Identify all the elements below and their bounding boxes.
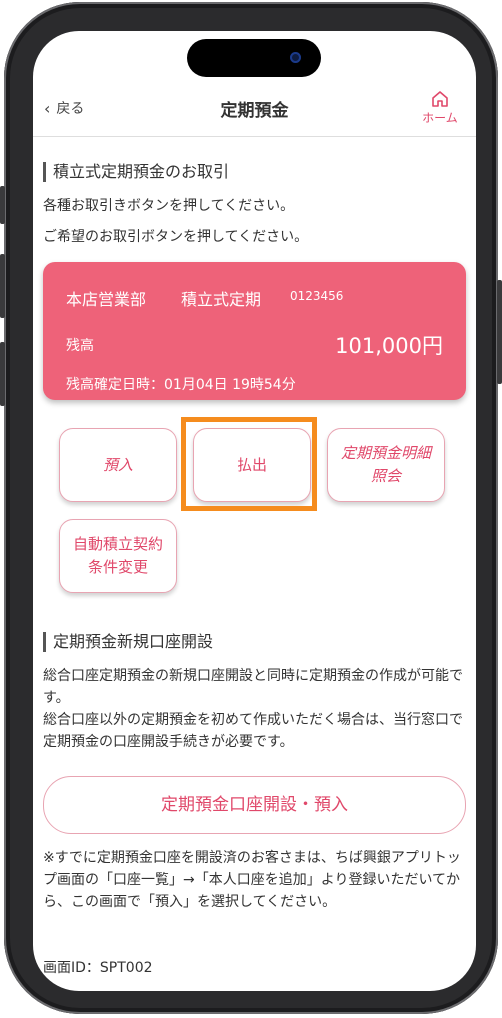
instruction-text-1: 各種お取引きボタンを押してください。 [43, 198, 295, 214]
account-number: 0123456 [290, 289, 344, 303]
account-card: 本店営業部 積立式定期 0123456 残高 101,000円 残高確定日時：0… [43, 262, 466, 400]
page-title: 定期預金 [220, 101, 289, 121]
note-text: ※すでに定期預金口座を開設済のお客さまは、ちば興銀アプリトップ画面の「口座一覧」… [43, 850, 461, 910]
new-account-description: 総合口座定期預金の新規口座開設と同時に定期預金の作成が可能です。 総合口座以外の… [43, 668, 463, 750]
home-button[interactable]: ホーム [418, 90, 462, 126]
screen: ‹ 戻る 定期預金 ホーム 積立式定期預金のお取引 各種お取引きボタンを押してく… [33, 31, 476, 991]
deposit-button[interactable]: 預入 [59, 428, 177, 502]
selection-highlight [181, 417, 317, 511]
camera-icon [290, 52, 301, 63]
nav-header: ‹ 戻る 定期預金 ホーム [33, 86, 476, 137]
home-icon [432, 91, 448, 107]
dynamic-island [187, 39, 321, 77]
open-account-deposit-button[interactable]: 定期預金口座開設・預入 [43, 776, 466, 834]
balance-label: 残高 [66, 338, 94, 354]
balance-value: 101,000円 [335, 334, 443, 358]
auto-contract-change-button[interactable]: 自動積立契約 条件変更 [59, 519, 177, 593]
account-type: 積立式定期 [181, 290, 262, 309]
home-label: ホーム [422, 111, 458, 125]
section-title-transactions: 積立式定期預金のお取引 [43, 162, 229, 182]
balance-confirmed-time: 残高確定日時：01月04日 19時54分 [66, 377, 296, 393]
section-title-new-account: 定期預金新規口座開設 [43, 632, 213, 652]
instruction-text-2: ご希望のお取引ボタンを押してください。 [43, 229, 309, 245]
branch-name: 本店営業部 [66, 290, 147, 309]
statement-inquiry-button[interactable]: 定期預金明細 照会 [327, 428, 445, 502]
screen-id: 画面ID：SPT002 [43, 960, 153, 976]
